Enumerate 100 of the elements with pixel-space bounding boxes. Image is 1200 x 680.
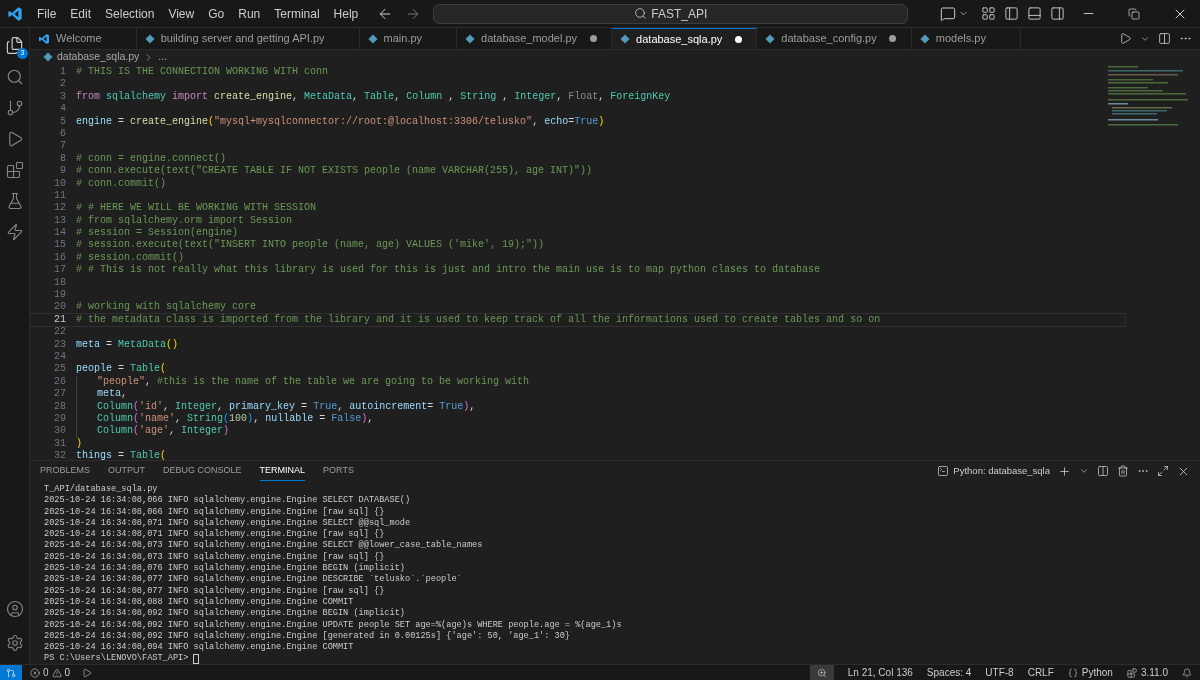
error-icon	[30, 667, 40, 678]
breadcrumb-item[interactable]: ...	[158, 49, 168, 65]
panel-tab[interactable]: PROBLEMS	[40, 461, 90, 481]
split-editor-icon[interactable]	[1158, 32, 1171, 45]
terminal-line: 2025-10-24 16:34:08,088 INFO sqlalchemy.engine.Engine COMMIT	[44, 596, 354, 608]
menu-item[interactable]: Edit	[63, 4, 99, 23]
terminal-line: 2025-10-24 16:34:08,077 INFO sqlalchemy.engine.Engine DESCRIBE `telusko`.`people`	[44, 574, 462, 586]
menu-item[interactable]: Help	[326, 4, 366, 23]
editor-tab[interactable]: models.py	[911, 28, 1021, 49]
maximize-icon[interactable]	[1157, 465, 1169, 477]
language-mode[interactable]: Python	[1081, 665, 1113, 680]
chevron-down-icon[interactable]	[1079, 466, 1089, 476]
run-icon[interactable]	[1119, 32, 1132, 45]
settings-icon[interactable]	[5, 634, 24, 652]
remote-button[interactable]	[0, 665, 22, 680]
extensions-icon[interactable]	[5, 161, 24, 179]
line-number: 27	[53, 388, 66, 401]
code-line: # conn.execute(text("CREATE TABLE IF NOT EXISTS people (name VARCHAR(255), age INT)"))	[76, 165, 593, 178]
line-number: 19	[53, 289, 66, 302]
line-number: 17	[53, 264, 66, 277]
code-line: # # HERE WE WILL BE WORKING WITH SESSION	[76, 202, 317, 215]
code-line: Column('id', Integer, primary_key = True, autoincrement= True),	[76, 400, 476, 413]
code-line: # working with sqlalchemy core	[76, 301, 257, 314]
error-count[interactable]: 0	[43, 665, 49, 680]
account-icon[interactable]	[5, 600, 24, 618]
line-number: 4	[59, 103, 66, 116]
code-line: people = Table(	[76, 363, 167, 376]
terminal-line: 2025-10-24 16:34:08,092 INFO sqlalchemy.engine.Engine UPDATE people SET age=%(age)s WHERE people.age = %(age_1)s	[44, 619, 622, 631]
sidebar-toggle-icon[interactable]	[1004, 6, 1019, 21]
explorer-icon[interactable]	[5, 36, 24, 55]
line-number: 11	[53, 189, 66, 203]
terminal-line: 2025-10-24 16:34:08,094 INFO sqlalchemy.engine.Engine COMMIT	[44, 642, 354, 653]
braces-icon	[1067, 667, 1078, 678]
panel-tab[interactable]: OUTPUT	[108, 461, 145, 481]
remote-icon	[6, 667, 16, 678]
search-icon[interactable]	[5, 68, 24, 86]
editor-tab[interactable]: building server and getting API.py	[136, 28, 360, 49]
code-line: # # This is not really what this library is used for this is just and intro the main use is to map python clases to database	[76, 264, 821, 277]
indentation[interactable]: Spaces: 4	[926, 665, 972, 680]
code-line: # session = Session(engine)	[76, 227, 239, 239]
terminal-line: 2025-10-24 16:34:08,092 INFO sqlalchemy.engine.Engine [generated in 0.00125s] {'age': 50, 'age_1': 30}	[44, 630, 571, 642]
menu-item[interactable]: Run	[231, 4, 268, 23]
breadcrumb-item[interactable]: database_sqla.py	[57, 49, 140, 65]
editor-tab[interactable]: main.py	[359, 28, 458, 49]
lightning-icon[interactable]	[5, 223, 24, 241]
search-field[interactable]: FAST_API	[433, 3, 909, 24]
terminal-line: 2025-10-24 16:34:08,066 INFO sqlalchemy.engine.Engine [raw sql] {}	[44, 506, 385, 518]
line-number: 8	[59, 152, 66, 166]
line-number: 2	[59, 78, 66, 91]
line-number: 31	[53, 437, 66, 451]
code-line: # conn.commit()	[76, 177, 166, 190]
code-line: # the metadata class is imported from the library and it is used to keep track of all the informations used to create tables and so on	[76, 313, 881, 327]
code-line: # from sqlalchemy.orm import Session	[76, 214, 293, 227]
terminal-line: 2025-10-24 16:34:08,071 INFO sqlalchemy.engine.Engine [raw sql] {}	[44, 529, 385, 540]
panel-tab[interactable]: DEBUG CONSOLE	[163, 461, 242, 481]
flask-icon[interactable]	[5, 192, 24, 210]
line-number: 32	[53, 450, 66, 463]
panel-toggle-icon[interactable]	[1027, 6, 1042, 21]
warning-count[interactable]: 0	[64, 665, 71, 680]
vscode-logo-icon	[38, 32, 50, 45]
cursor-position[interactable]: Ln 21, Col 136	[847, 665, 913, 680]
encoding[interactable]: UTF-8	[985, 665, 1014, 680]
code-line: Column('age', Integer)	[76, 425, 230, 438]
warning-icon	[51, 667, 62, 678]
new-terminal-icon[interactable]	[1058, 464, 1071, 478]
trash-icon[interactable]	[1117, 465, 1129, 477]
menu-item[interactable]: Terminal	[267, 4, 327, 23]
menu-item[interactable]: View	[161, 4, 202, 23]
code-line: meta = MetaData()	[76, 338, 179, 351]
line-number: 10	[53, 177, 66, 190]
editor-tab[interactable]: Welcome	[30, 28, 137, 49]
notification-icon[interactable]	[1182, 667, 1192, 678]
menu-item[interactable]: Selection	[98, 4, 162, 23]
panel-tab[interactable]: PORTS	[323, 461, 354, 481]
line-number: 1	[59, 66, 66, 79]
split-terminal-icon[interactable]	[1097, 465, 1109, 477]
zoom-button[interactable]	[809, 665, 834, 680]
menu-item[interactable]: Go	[201, 4, 232, 23]
port-icon[interactable]	[82, 667, 93, 678]
line-number: 7	[59, 140, 66, 153]
source-control-icon[interactable]	[5, 99, 24, 117]
python-version[interactable]: 3.11.0	[1140, 665, 1168, 680]
line-ending[interactable]: CRLF	[1027, 665, 1054, 680]
line-number: 20	[53, 301, 66, 314]
menu-item[interactable]: File	[30, 4, 64, 23]
editor-tab[interactable]: database_config.py	[757, 28, 912, 49]
line-number: 24	[53, 351, 66, 364]
secondary-sidebar-icon[interactable]	[1050, 6, 1065, 21]
line-number: 22	[53, 326, 66, 339]
editor-tab[interactable]: database_sqla.py	[612, 28, 758, 49]
line-number: 28	[53, 400, 66, 413]
layout-icon[interactable]	[981, 6, 996, 21]
code-line: engine = create_engine("mysql+mysqlconnector://root:@localhost:3306/telusko", echo=True)	[76, 115, 605, 128]
terminal-name[interactable]: Python: database_sqla	[953, 463, 1050, 479]
terminal-line: 2025-10-24 16:34:08,073 INFO sqlalchemy.engine.Engine [raw sql] {}	[44, 551, 385, 563]
line-number: 23	[53, 338, 66, 351]
panel-tab[interactable]: TERMINAL	[259, 460, 306, 482]
terminal-line: 2025-10-24 16:34:08,092 INFO sqlalchemy.engine.Engine BEGIN (implicit)	[44, 608, 405, 620]
restore-icon[interactable]	[1128, 7, 1140, 20]
code-line: meta,	[76, 388, 128, 401]
